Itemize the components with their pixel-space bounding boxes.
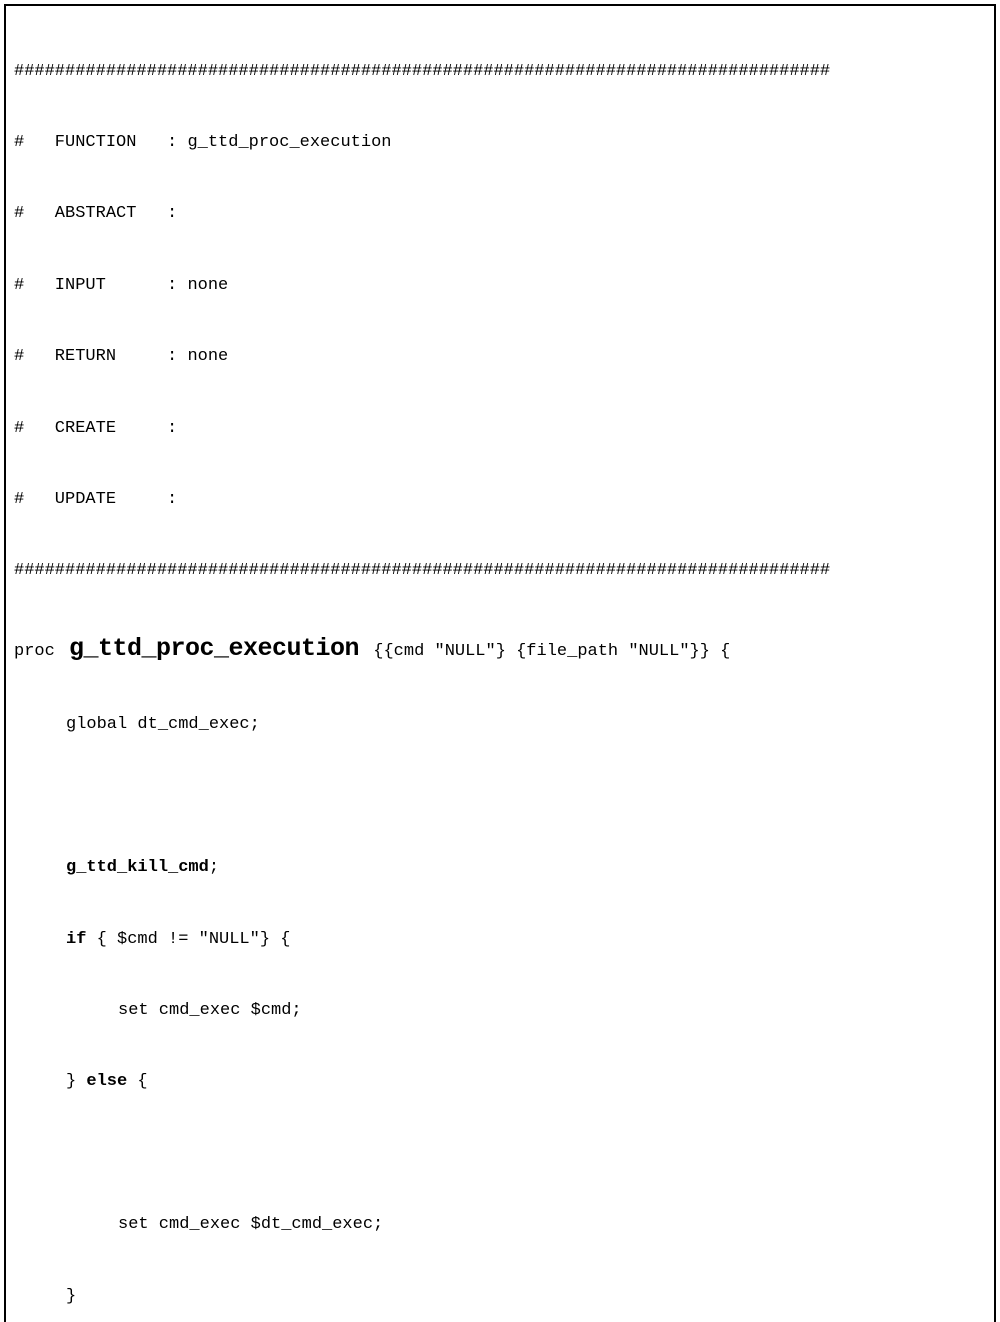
blank-line — [14, 785, 986, 809]
proc-keyword: proc — [14, 640, 65, 664]
if1-keyword: if — [66, 930, 86, 949]
else1-open: } — [66, 1072, 86, 1091]
comment-create: # CREATE : — [14, 417, 986, 441]
comment-update: # UPDATE : — [14, 488, 986, 512]
if1-cond: { $cmd != "NULL"} { — [86, 930, 290, 949]
function-value: g_ttd_proc_execution — [187, 133, 391, 152]
close1: } — [14, 1285, 986, 1309]
proc-name: g_ttd_proc_execution — [69, 631, 359, 666]
input-value: none — [187, 276, 228, 295]
proc-declaration: proc g_ttd_proc_execution {{cmd "NULL"} … — [14, 631, 986, 666]
input-label: # INPUT : — [14, 276, 187, 295]
function-label: # FUNCTION : — [14, 133, 187, 152]
else1-keyword: else — [86, 1072, 127, 1091]
else1-close: { — [127, 1072, 147, 1091]
comment-return: # RETURN : none — [14, 345, 986, 369]
if1-line: if { $cmd != "NULL"} { — [14, 928, 986, 952]
comment-abstract: # ABSTRACT : — [14, 202, 986, 226]
else1-line: } else { — [14, 1070, 986, 1094]
blank-line — [14, 1142, 986, 1166]
kill-call: g_ttd_kill_cmd; — [14, 856, 986, 880]
hash-rule-bottom: ########################################… — [14, 559, 986, 583]
code-block: ########################################… — [4, 4, 996, 1322]
return-value: none — [187, 347, 228, 366]
kill-cmd: g_ttd_kill_cmd — [66, 858, 209, 877]
hash-rule-top: ########################################… — [14, 60, 986, 84]
proc-args: {{cmd "NULL"} {file_path "NULL"}} { — [363, 640, 730, 664]
comment-input: # INPUT : none — [14, 274, 986, 298]
return-label: # RETURN : — [14, 347, 187, 366]
global-line: global dt_cmd_exec; — [14, 713, 986, 737]
if1-body: set cmd_exec $cmd; — [14, 999, 986, 1023]
comment-function: # FUNCTION : g_ttd_proc_execution — [14, 131, 986, 155]
else1-body: set cmd_exec $dt_cmd_exec; — [14, 1213, 986, 1237]
kill-semi: ; — [209, 858, 219, 877]
